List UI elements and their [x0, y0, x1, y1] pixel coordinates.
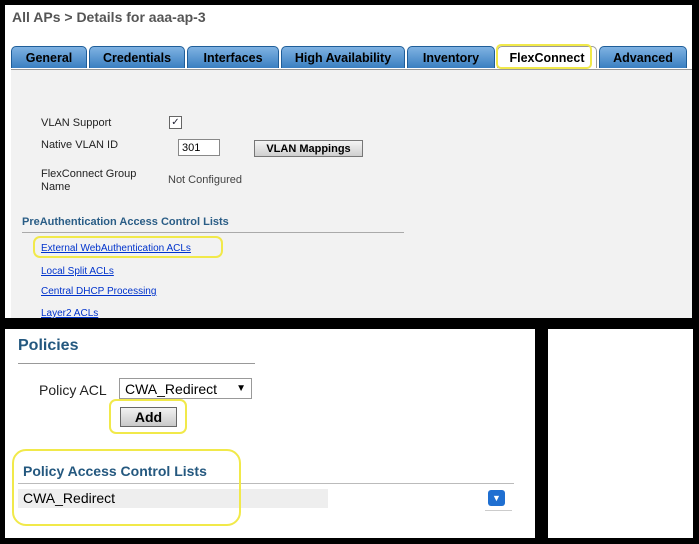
tab-interfaces[interactable]: Interfaces — [187, 46, 279, 68]
tab-advanced[interactable]: Advanced — [599, 46, 687, 68]
list-highlight-annotation — [12, 449, 241, 526]
local-split-acls-link[interactable]: Local Split ACLs — [41, 266, 114, 277]
row-dropdown-icon[interactable]: ▼ — [488, 490, 505, 506]
tab-general[interactable]: General — [11, 46, 87, 68]
flexconnect-content: VLAN Support ✓ Native VLAN ID 301 VLAN M… — [11, 70, 692, 318]
group-name-value: Not Configured — [168, 174, 242, 186]
blank-panel — [548, 329, 693, 538]
add-highlight-annotation — [109, 399, 187, 434]
tab-highlight-annotation — [496, 44, 592, 69]
row-divider — [485, 510, 512, 511]
vlan-support-label: VLAN Support — [41, 117, 112, 129]
link-highlight-annotation — [33, 236, 223, 258]
vlan-support-checkbox[interactable]: ✓ — [169, 116, 182, 129]
policy-acl-label: Policy ACL — [39, 382, 107, 398]
policies-divider — [18, 363, 255, 364]
layer2-acls-link[interactable]: Layer2 ACLs — [41, 308, 98, 318]
group-name-label-line2: Name — [41, 181, 71, 193]
central-dhcp-processing-link[interactable]: Central DHCP Processing — [41, 286, 156, 297]
preauth-section-title: PreAuthentication Access Control Lists — [22, 216, 229, 228]
policy-acl-select[interactable]: CWA_Redirect ▼ — [119, 378, 252, 399]
tab-inventory[interactable]: Inventory — [407, 46, 495, 68]
chevron-down-icon: ▼ — [236, 383, 246, 394]
policies-panel: Policies Policy ACL CWA_Redirect ▼ Add P… — [5, 329, 535, 538]
group-name-label-line1: FlexConnect Group — [41, 168, 137, 180]
policy-acl-selected-value: CWA_Redirect — [125, 381, 218, 397]
native-vlan-label: Native VLAN ID — [41, 139, 119, 151]
native-vlan-input[interactable]: 301 — [178, 139, 220, 156]
policies-title: Policies — [18, 337, 79, 354]
tab-high-availability[interactable]: High Availability — [281, 46, 405, 68]
tab-strip: General Credentials Interfaces High Avai… — [11, 44, 692, 70]
ap-details-panel: All APs > Details for aaa-ap-3 General C… — [5, 5, 692, 318]
tab-credentials[interactable]: Credentials — [89, 46, 185, 68]
vlan-mappings-button[interactable]: VLAN Mappings — [254, 140, 363, 157]
preauth-divider — [22, 232, 404, 233]
page-title: All APs > Details for aaa-ap-3 — [12, 9, 206, 25]
